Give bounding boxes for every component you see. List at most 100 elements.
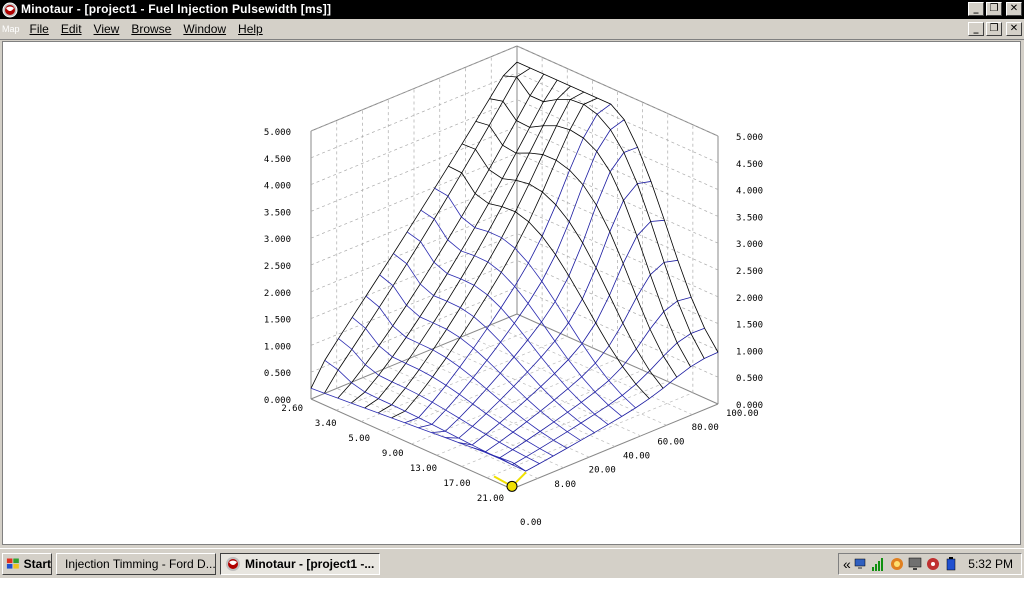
clock[interactable]: 5:32 PM bbox=[968, 557, 1013, 571]
z-tick-label-left: 4.500 bbox=[264, 155, 291, 165]
mdi-child-icon[interactable]: Map bbox=[2, 24, 20, 34]
surface-line bbox=[391, 97, 598, 419]
z-tick-label-right: 1.500 bbox=[736, 321, 763, 331]
window-title-bar[interactable]: Minotaur - [project1 - Fuel Injection Pu… bbox=[0, 0, 1024, 19]
x-tick-label: 2.60 bbox=[281, 404, 303, 414]
z-tick-label-right: 4.500 bbox=[736, 160, 763, 170]
window-title: Minotaur - [project1 - Fuel Injection Pu… bbox=[21, 2, 332, 16]
menu-bar: Map File Edit View Browse Window Help _ … bbox=[0, 19, 1024, 40]
x-tick-label: 3.40 bbox=[315, 419, 337, 429]
windows-logo-icon bbox=[6, 558, 19, 569]
floor-gridline bbox=[439, 345, 641, 437]
chart-box bbox=[310, 45, 719, 490]
z-tick-label-left: 3.000 bbox=[264, 235, 291, 245]
child-close-button[interactable]: ✕ bbox=[1006, 22, 1022, 36]
tray-expand-chevron[interactable]: « bbox=[843, 556, 851, 572]
cursor-point bbox=[506, 480, 518, 492]
minotaur-app-icon bbox=[2, 2, 18, 17]
y-tick-label: 60.00 bbox=[657, 437, 684, 447]
close-button[interactable]: ✕ bbox=[1006, 2, 1022, 16]
start-button[interactable]: Start bbox=[2, 553, 52, 575]
child-restore-button[interactable]: ❐ bbox=[986, 22, 1002, 36]
system-tray: « 5:32 PM bbox=[838, 553, 1022, 575]
menu-help[interactable]: Help bbox=[232, 22, 269, 36]
surface-line bbox=[350, 79, 558, 404]
y-tick-label: 8.00 bbox=[554, 480, 576, 490]
z-tick-label-right: 0.500 bbox=[736, 374, 763, 384]
network-icon[interactable] bbox=[853, 556, 869, 572]
desktop-strip bbox=[0, 578, 1024, 612]
taskbar-item-label: Injection Timming - Ford D... bbox=[65, 557, 216, 571]
floor-gridline bbox=[361, 336, 568, 422]
map-cursor bbox=[493, 471, 527, 492]
wall-gridline bbox=[310, 206, 518, 293]
menu-view[interactable]: View bbox=[88, 22, 126, 36]
x-tick-label: 17.00 bbox=[443, 479, 470, 489]
surface-line bbox=[471, 259, 678, 453]
surface-line bbox=[337, 73, 545, 399]
security-icon[interactable] bbox=[889, 556, 905, 572]
z-tick-label-right: 1.000 bbox=[736, 347, 763, 357]
menu-file[interactable]: File bbox=[24, 22, 55, 36]
y-tick-label: 80.00 bbox=[692, 423, 719, 433]
child-minimize-button[interactable]: _ bbox=[968, 22, 984, 36]
surface-line bbox=[503, 75, 705, 359]
surface-line bbox=[434, 187, 636, 409]
surface-line bbox=[489, 98, 691, 368]
battery-icon[interactable] bbox=[943, 556, 959, 572]
z-tick-label-left: 1.500 bbox=[264, 316, 291, 326]
z-tick-label-left: 2.500 bbox=[264, 262, 291, 272]
minotaur-app-icon bbox=[226, 557, 240, 571]
z-tick-label-left: 2.000 bbox=[264, 289, 291, 299]
y-tick-label: 0.00 bbox=[520, 518, 542, 528]
restore-icon: ❐ bbox=[989, 3, 999, 14]
surface-line bbox=[324, 67, 531, 394]
surface-line bbox=[365, 295, 568, 449]
menu-window[interactable]: Window bbox=[177, 22, 232, 36]
surface-chart[interactable]: 0.000 0.0000.500 0.5001.000 1.0001.500 1.500… bbox=[3, 42, 1020, 544]
z-tick-label-right: 3.000 bbox=[736, 240, 763, 250]
minimize-button[interactable]: _ bbox=[968, 2, 984, 16]
start-label: Start bbox=[23, 557, 51, 571]
z-tick-label-left: 3.500 bbox=[264, 208, 291, 218]
surface-line bbox=[475, 120, 678, 378]
x-tick-label: 9.00 bbox=[382, 449, 404, 459]
x-tick-label: 5.00 bbox=[348, 434, 370, 444]
signal-strength-icon[interactable] bbox=[871, 556, 887, 572]
z-tick-label-right: 2.500 bbox=[736, 267, 763, 277]
z-tick-label-right: 5.000 bbox=[736, 133, 763, 143]
z-tick-label-left: 1.000 bbox=[264, 342, 291, 352]
x-tick-label: 13.00 bbox=[410, 464, 437, 474]
z-tick-label-left: 5.000 bbox=[264, 128, 291, 138]
taskbar: Start Injection Timming - Ford D... Mino… bbox=[0, 548, 1024, 578]
menu-edit[interactable]: Edit bbox=[55, 22, 88, 36]
restore-icon: ❐ bbox=[989, 23, 999, 34]
monitor-icon[interactable] bbox=[907, 556, 923, 572]
menu-browse[interactable]: Browse bbox=[125, 22, 177, 36]
disk-utility-icon[interactable] bbox=[925, 556, 941, 572]
minimize-icon: _ bbox=[973, 23, 979, 34]
z-tick-label-left: 4.000 bbox=[264, 182, 291, 192]
taskbar-item-label: Minotaur - [project1 -... bbox=[245, 557, 375, 571]
map-view[interactable]: 0.000 0.000 0.500 0.500 1.000 1.000 1.500 1.500… bbox=[2, 41, 1021, 545]
wall-gridline bbox=[310, 99, 518, 185]
surface-line bbox=[310, 387, 513, 463]
z-tick-label-left: 0.500 bbox=[264, 369, 291, 379]
floor-gridline bbox=[386, 347, 593, 434]
x-tick-label: 21.00 bbox=[477, 494, 504, 504]
y-tick-label: 100.00 bbox=[726, 409, 759, 419]
surface-line bbox=[324, 360, 526, 472]
z-tick-label-right: 3.500 bbox=[736, 213, 763, 223]
y-tick-label: 40.00 bbox=[623, 452, 650, 462]
taskbar-item-firefox[interactable]: Injection Timming - Ford D... bbox=[56, 553, 216, 575]
y-tick-label: 20.00 bbox=[589, 466, 616, 476]
surface-line bbox=[310, 61, 518, 389]
restore-button[interactable]: ❐ bbox=[986, 2, 1002, 16]
close-icon: ✕ bbox=[1009, 23, 1019, 34]
z-tick-label-right: 2.000 bbox=[736, 294, 763, 304]
taskbar-item-minotaur[interactable]: Minotaur - [project1 -... bbox=[220, 553, 380, 575]
surface-line bbox=[444, 181, 652, 439]
surface-line bbox=[448, 165, 650, 399]
close-icon: ✕ bbox=[1009, 3, 1019, 14]
minimize-icon: _ bbox=[973, 3, 979, 14]
